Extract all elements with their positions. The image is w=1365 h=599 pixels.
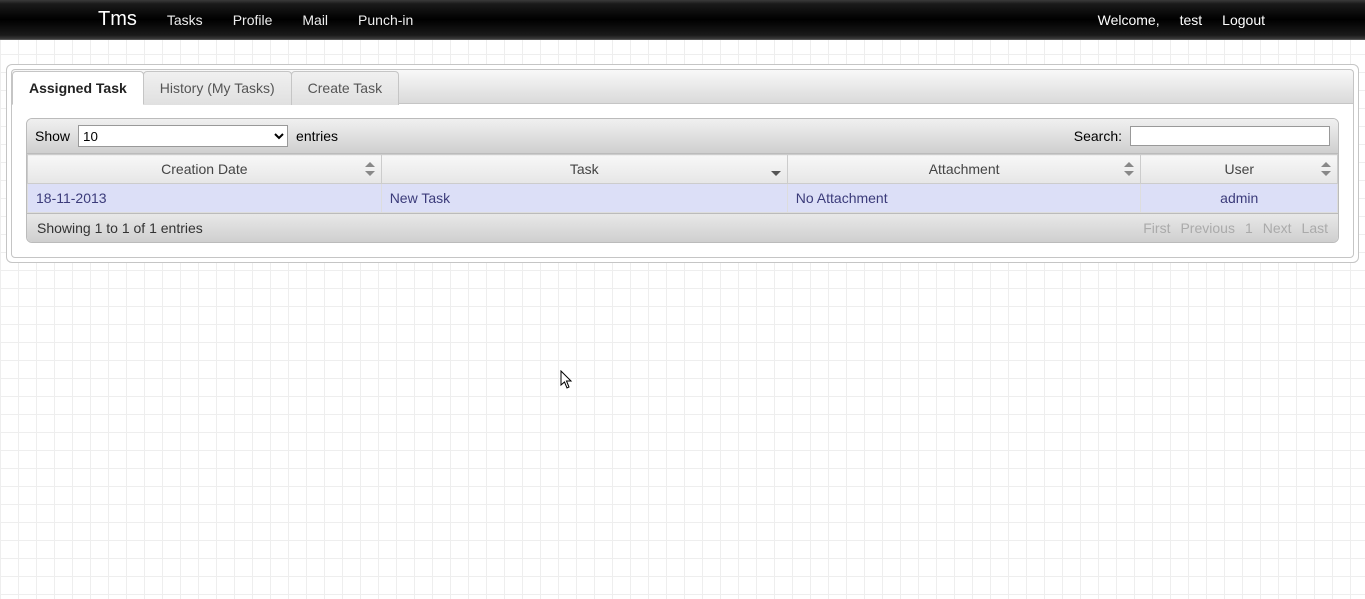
col-label: Creation Date bbox=[161, 161, 247, 177]
search-input[interactable] bbox=[1130, 126, 1330, 146]
brand-title[interactable]: Tms bbox=[98, 8, 137, 31]
col-user[interactable]: User bbox=[1141, 155, 1338, 184]
datatable-table: Creation Date Task Attachment User bbox=[27, 154, 1338, 213]
tab-body: Show 10 entries Search: bbox=[11, 103, 1354, 258]
table-header-row: Creation Date Task Attachment User bbox=[28, 155, 1338, 184]
pager-first[interactable]: First bbox=[1143, 220, 1170, 236]
nav-profile[interactable]: Profile bbox=[233, 12, 273, 28]
show-label: Show bbox=[35, 128, 70, 144]
datatable-top-bar: Show 10 entries Search: bbox=[27, 119, 1338, 154]
tab-history-my-tasks[interactable]: History (My Tasks) bbox=[143, 71, 292, 105]
cell-attachment: No Attachment bbox=[787, 184, 1141, 213]
sort-icon bbox=[1124, 162, 1134, 176]
pager-previous[interactable]: Previous bbox=[1180, 220, 1234, 236]
search-label: Search: bbox=[1074, 128, 1122, 144]
logout-link[interactable]: Logout bbox=[1222, 12, 1265, 28]
pager: First Previous 1 Next Last bbox=[1143, 220, 1328, 236]
show-entries-select[interactable]: 10 bbox=[78, 125, 288, 147]
nav-mail[interactable]: Mail bbox=[302, 12, 328, 28]
datatable-info: Showing 1 to 1 of 1 entries bbox=[37, 220, 203, 236]
tab-label: Create Task bbox=[308, 80, 382, 96]
sort-icon bbox=[365, 162, 375, 176]
pager-next[interactable]: Next bbox=[1263, 220, 1292, 236]
pager-last[interactable]: Last bbox=[1302, 220, 1328, 236]
cell-task: New Task bbox=[381, 184, 787, 213]
nav-tasks[interactable]: Tasks bbox=[167, 12, 203, 28]
cell-creation-date: 18-11-2013 bbox=[28, 184, 382, 213]
col-label: User bbox=[1224, 161, 1254, 177]
col-label: Task bbox=[570, 161, 599, 177]
tab-label: Assigned Task bbox=[29, 80, 127, 96]
datatable-length: Show 10 entries bbox=[35, 125, 338, 147]
entries-label: entries bbox=[296, 128, 338, 144]
tab-create-task[interactable]: Create Task bbox=[291, 71, 399, 105]
top-navbar: Tms Tasks Profile Mail Punch-in Welcome,… bbox=[0, 0, 1365, 40]
user-link[interactable]: test bbox=[1180, 12, 1203, 28]
tab-assigned-task[interactable]: Assigned Task bbox=[12, 71, 144, 105]
pager-page-1[interactable]: 1 bbox=[1245, 220, 1253, 236]
cell-user: admin bbox=[1141, 184, 1338, 213]
nav-punch-in[interactable]: Punch-in bbox=[358, 12, 413, 28]
tab-label: History (My Tasks) bbox=[160, 80, 275, 96]
col-creation-date[interactable]: Creation Date bbox=[28, 155, 382, 184]
datatable-bottom-bar: Showing 1 to 1 of 1 entries First Previo… bbox=[27, 213, 1338, 242]
tabs-header: Assigned Task History (My Tasks) Create … bbox=[11, 69, 1354, 104]
nav-right: Welcome, test Logout bbox=[1098, 0, 1265, 40]
tabs-panel: Assigned Task History (My Tasks) Create … bbox=[6, 64, 1359, 263]
datatable-search: Search: bbox=[1074, 126, 1330, 146]
datatable: Show 10 entries Search: bbox=[26, 118, 1339, 243]
col-attachment[interactable]: Attachment bbox=[787, 155, 1141, 184]
mouse-cursor-icon bbox=[560, 370, 574, 390]
col-task[interactable]: Task bbox=[381, 155, 787, 184]
table-row[interactable]: 18-11-2013 New Task No Attachment admin bbox=[28, 184, 1338, 213]
sort-desc-icon bbox=[771, 162, 781, 176]
col-label: Attachment bbox=[929, 161, 1000, 177]
welcome-label: Welcome, bbox=[1098, 12, 1160, 28]
sort-icon bbox=[1321, 162, 1331, 176]
